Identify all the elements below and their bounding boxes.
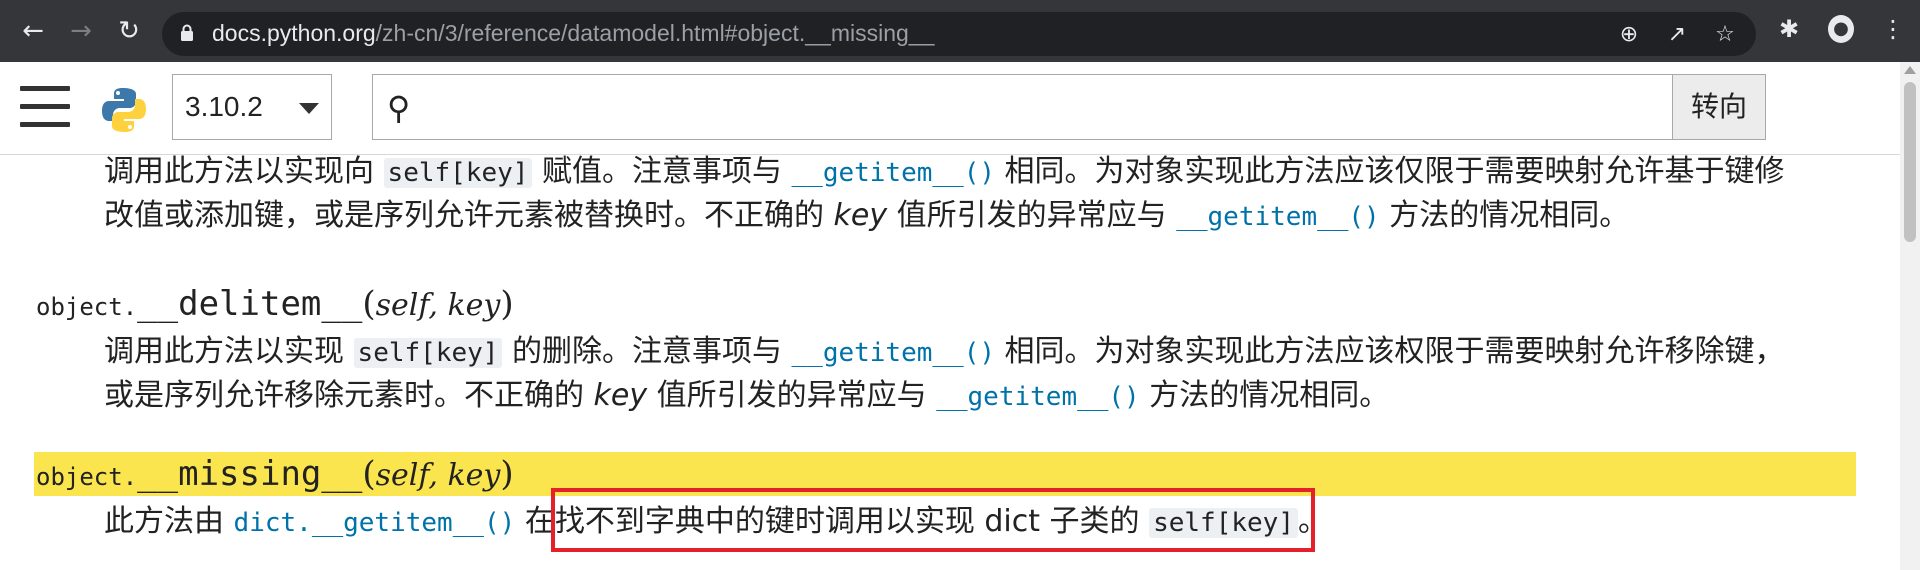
setitem-desc-line1: 调用此方法以实现向 self[key] 赋值。注意事项与 __getitem__… xyxy=(104,154,1785,189)
forward-icon[interactable]: → xyxy=(66,16,96,46)
chevron-down-icon xyxy=(299,103,319,114)
url-text[interactable]: docs.python.org/zh-cn/3/reference/datamo… xyxy=(212,20,934,47)
url-host: docs.python.org xyxy=(212,20,376,46)
lock-icon[interactable] xyxy=(180,24,194,42)
getitem-link[interactable]: __getitem__() xyxy=(1176,202,1380,232)
scroll-up-icon[interactable] xyxy=(1904,66,1916,74)
inline-code: self[key] xyxy=(383,158,533,188)
search-box[interactable]: ⚲ 转向 xyxy=(372,74,1766,140)
back-icon[interactable]: ← xyxy=(18,16,48,46)
url-path: /zh-cn/3/reference/datamodel.html#object… xyxy=(375,20,935,46)
missing-signature[interactable]: object.__missing__(self, key) xyxy=(36,452,514,496)
go-button[interactable]: 转向 xyxy=(1672,75,1765,139)
browser-toolbar: ← → ↻ docs.python.org/zh-cn/3/reference/… xyxy=(0,0,1920,62)
extensions-icon[interactable]: ✱ xyxy=(1776,15,1802,43)
getitem-link[interactable]: __getitem__() xyxy=(936,382,1140,412)
menu-dots-icon[interactable]: ⋮ xyxy=(1880,15,1906,43)
dict-getitem-link[interactable]: dict.__getitem__() xyxy=(234,508,516,538)
menu-hamburger-icon[interactable] xyxy=(20,86,70,130)
share-icon[interactable]: ↗ xyxy=(1664,22,1690,47)
scrollbar[interactable] xyxy=(1900,62,1920,570)
bookmark-star-icon[interactable]: ☆ xyxy=(1712,22,1738,47)
delitem-signature[interactable]: object.__delitem__(self, key) xyxy=(36,282,514,326)
search-input[interactable] xyxy=(431,85,1635,131)
getitem-link[interactable]: __getitem__() xyxy=(792,158,996,188)
scrollbar-thumb[interactable] xyxy=(1904,82,1916,242)
version-select[interactable]: 3.10.2 xyxy=(172,74,332,140)
version-value: 3.10.2 xyxy=(185,91,263,122)
reload-icon[interactable]: ↻ xyxy=(114,16,144,46)
delitem-desc-line1: 调用此方法以实现 self[key] 的删除。注意事项与 __getitem__… xyxy=(104,334,1785,369)
profile-icon[interactable]: ● xyxy=(1828,15,1854,43)
setitem-desc-line2: 改值或添加键，或是序列允许元素被替换时。不正确的 key 值所引发的异常应与 _… xyxy=(104,198,1630,233)
getitem-link[interactable]: __getitem__() xyxy=(792,338,996,368)
docs-header: 3.10.2 ⚲ 转向 xyxy=(0,62,1900,155)
search-icon: ⚲ xyxy=(387,89,411,127)
address-bar[interactable]: docs.python.org/zh-cn/3/reference/datamo… xyxy=(162,12,1756,56)
annotation-red-box xyxy=(551,488,1315,552)
delitem-desc-line2: 或是序列允许移除元素时。不正确的 key 值所引发的异常应与 __getitem… xyxy=(104,378,1390,413)
zoom-icon[interactable]: ⊕ xyxy=(1616,22,1642,47)
inline-code: self[key] xyxy=(353,338,503,368)
python-logo-icon[interactable] xyxy=(100,86,148,134)
